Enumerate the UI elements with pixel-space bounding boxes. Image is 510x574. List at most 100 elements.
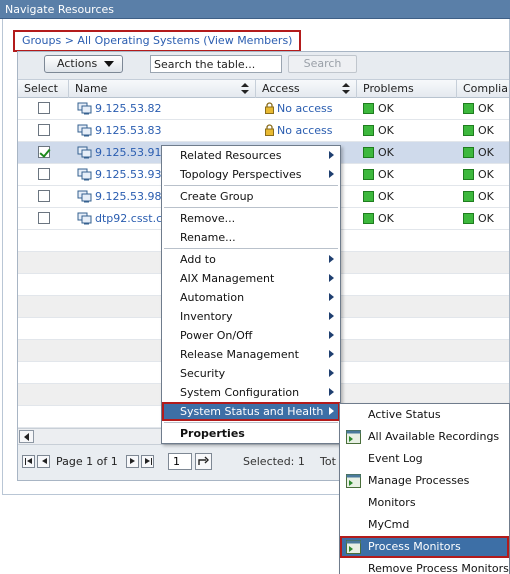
- submenu-item-process-monitors[interactable]: Process Monitors: [340, 536, 509, 558]
- menu-item-inventory[interactable]: Inventory: [162, 307, 340, 326]
- resource-name-link[interactable]: dtp92.csst.c: [95, 212, 162, 225]
- menu-label: Add to: [180, 253, 216, 266]
- ok-status-icon: [363, 168, 374, 180]
- compliance-status: OK: [478, 212, 494, 225]
- computer-icon: [77, 146, 92, 158]
- system-status-submenu: Active Status All Available Recordings E…: [339, 403, 510, 574]
- sort-icon[interactable]: [241, 83, 249, 95]
- menu-item-power-on-off[interactable]: Power On/Off: [162, 326, 340, 345]
- menu-label: All Available Recordings: [368, 430, 500, 443]
- menu-label: Power On/Off: [180, 329, 253, 342]
- first-page-icon[interactable]: [22, 455, 35, 468]
- menu-item-related-resources[interactable]: Related Resources: [162, 146, 340, 165]
- table-row[interactable]: 9.125.53.82 No access OK OK: [18, 98, 509, 120]
- sort-icon[interactable]: [342, 83, 350, 95]
- previous-page-icon[interactable]: [37, 455, 50, 468]
- submenu-arrow-icon: [329, 312, 334, 320]
- submenu-item-monitors[interactable]: Monitors: [340, 492, 509, 514]
- menu-item-properties[interactable]: Properties: [162, 424, 340, 443]
- submenu-item-manage-processes[interactable]: Manage Processes: [340, 470, 509, 492]
- menu-label: Inventory: [180, 310, 233, 323]
- column-header-compliance[interactable]: Complia: [457, 80, 509, 98]
- compliance-status: OK: [478, 124, 494, 137]
- row-checkbox[interactable]: [37, 168, 50, 180]
- menu-label: System Status and Health: [180, 405, 324, 418]
- resource-name-link[interactable]: 9.125.53.82: [95, 102, 161, 115]
- resource-name-link[interactable]: 9.125.53.83: [95, 124, 161, 137]
- menu-separator: [164, 185, 338, 186]
- column-header-name[interactable]: Name: [69, 80, 256, 98]
- menu-item-automation[interactable]: Automation: [162, 288, 340, 307]
- task-icon: [346, 540, 361, 554]
- menu-separator: [164, 248, 338, 249]
- menu-item-remove[interactable]: Remove...: [162, 209, 340, 228]
- ok-status-icon: [463, 212, 474, 224]
- submenu-item-mycmd[interactable]: MyCmd: [340, 514, 509, 536]
- computer-icon: [77, 102, 92, 114]
- ok-status-icon: [463, 124, 474, 136]
- column-header-problems[interactable]: Problems: [357, 80, 457, 98]
- lock-icon: [265, 102, 274, 114]
- menu-item-security[interactable]: Security: [162, 364, 340, 383]
- go-to-page-button[interactable]: [195, 453, 212, 470]
- table-toolbar: Actions Search: [18, 52, 509, 80]
- ok-status-icon: [363, 212, 374, 224]
- computer-icon: [77, 168, 92, 180]
- submenu-item-all-available-recordings[interactable]: All Available Recordings: [340, 426, 509, 448]
- menu-label: AIX Management: [180, 272, 275, 285]
- search-input[interactable]: [150, 55, 282, 73]
- access-status[interactable]: No access: [277, 124, 333, 137]
- problems-status: OK: [378, 168, 394, 181]
- scroll-left-icon[interactable]: [19, 430, 34, 443]
- page-indicator: Page 1 of 1: [56, 455, 118, 468]
- last-page-icon[interactable]: [141, 455, 154, 468]
- access-status[interactable]: No access: [277, 102, 333, 115]
- column-header-access[interactable]: Access: [256, 80, 357, 98]
- submenu-arrow-icon: [329, 369, 334, 377]
- menu-label: Related Resources: [180, 149, 282, 162]
- menu-item-topology-perspectives[interactable]: Topology Perspectives: [162, 165, 340, 184]
- resource-name-link[interactable]: 9.125.53.98: [95, 190, 161, 203]
- page-number-input[interactable]: [168, 453, 192, 470]
- menu-item-system-configuration[interactable]: System Configuration: [162, 383, 340, 402]
- submenu-arrow-icon: [329, 255, 334, 263]
- row-checkbox[interactable]: [37, 212, 50, 224]
- lock-icon: [265, 124, 274, 136]
- chevron-down-icon: [104, 61, 114, 67]
- submenu-arrow-icon: [329, 151, 334, 159]
- menu-item-aix-management[interactable]: AIX Management: [162, 269, 340, 288]
- panel-title: Navigate Resources: [0, 0, 510, 19]
- row-checkbox[interactable]: [37, 102, 50, 114]
- next-page-icon[interactable]: [126, 455, 139, 468]
- breadcrumb[interactable]: Groups > All Operating Systems (View Mem…: [13, 30, 302, 52]
- menu-item-create-group[interactable]: Create Group: [162, 187, 340, 206]
- computer-icon: [77, 124, 92, 136]
- menu-item-rename[interactable]: Rename...: [162, 228, 340, 247]
- compliance-status: OK: [478, 102, 494, 115]
- menu-item-system-status-and-health[interactable]: System Status and Health: [162, 402, 340, 421]
- submenu-arrow-icon: [329, 274, 334, 282]
- actions-dropdown-button[interactable]: Actions: [44, 55, 123, 73]
- menu-label: Manage Processes: [368, 474, 470, 487]
- submenu-item-event-log[interactable]: Event Log: [340, 448, 509, 470]
- ok-status-icon: [363, 124, 374, 136]
- compliance-status: OK: [478, 168, 494, 181]
- menu-item-release-management[interactable]: Release Management: [162, 345, 340, 364]
- problems-status: OK: [378, 190, 394, 203]
- selected-count: Selected: 1: [243, 455, 305, 468]
- row-checkbox[interactable]: [37, 190, 50, 202]
- problems-status: OK: [378, 102, 394, 115]
- table-row[interactable]: 9.125.53.83 No access OK OK: [18, 120, 509, 142]
- actions-label: Actions: [57, 57, 98, 70]
- ok-status-icon: [363, 146, 374, 158]
- row-checkbox[interactable]: [37, 124, 50, 136]
- submenu-item-remove-process-monitors[interactable]: Remove Process Monitors: [340, 558, 509, 574]
- submenu-item-active-status[interactable]: Active Status: [340, 404, 509, 426]
- resource-name-link[interactable]: 9.125.53.93: [95, 168, 161, 181]
- resource-name-link[interactable]: 9.125.53.91: [95, 146, 161, 159]
- submenu-arrow-icon: [329, 350, 334, 358]
- ok-status-icon: [363, 190, 374, 202]
- row-checkbox[interactable]: [37, 146, 50, 158]
- search-button[interactable]: Search: [288, 55, 357, 73]
- menu-item-add-to[interactable]: Add to: [162, 250, 340, 269]
